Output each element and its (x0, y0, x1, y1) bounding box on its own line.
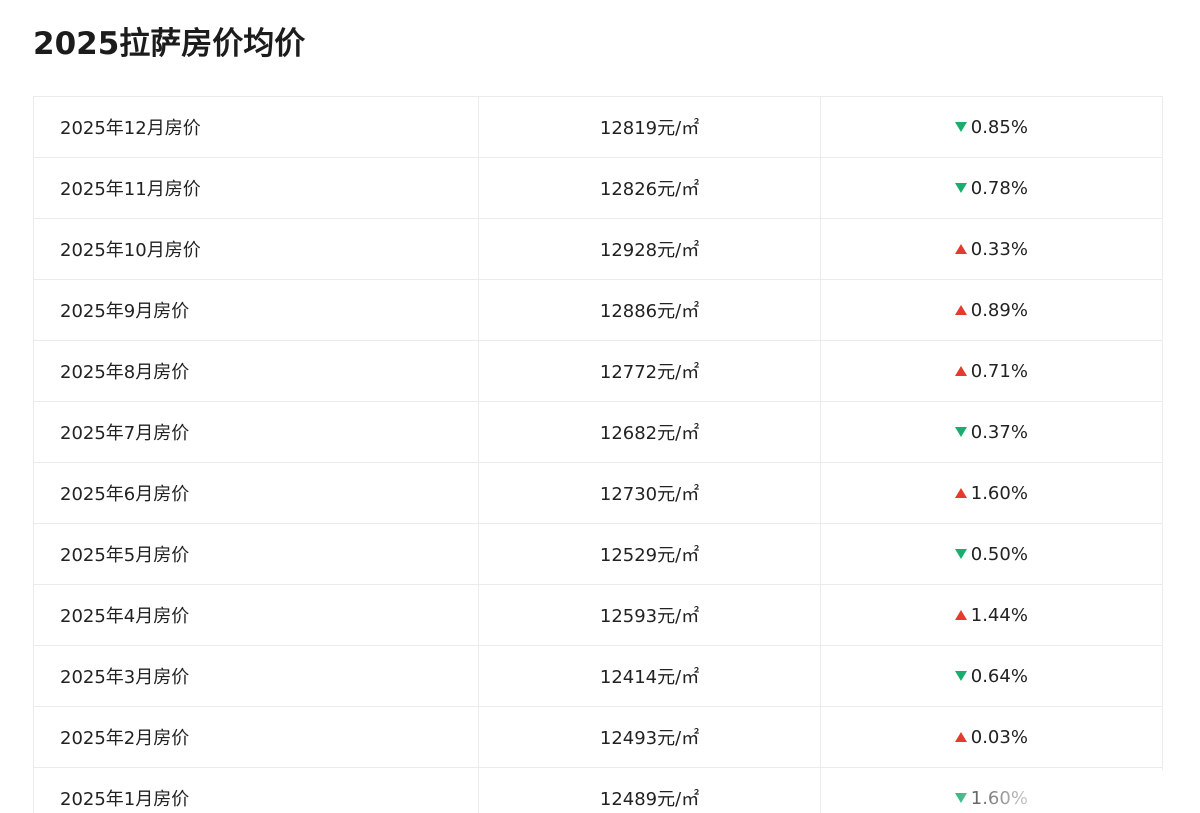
table-row: 2025年4月房价 12593元/㎡ 1.44% (32, 584, 1164, 646)
price-cell: 12682元/㎡ (478, 401, 821, 463)
change-indicator: 1.44% (954, 604, 1028, 626)
change-indicator: 0.37% (954, 421, 1028, 443)
change-cell: 1.44% (819, 584, 1164, 646)
table-row: 2025年8月房价 12772元/㎡ 0.71% (32, 340, 1164, 402)
triangle-down-icon (954, 671, 967, 682)
change-cell: 0.03% (819, 706, 1164, 768)
change-value: 1.60% (970, 482, 1028, 504)
table-row: 2025年12月房价 12819元/㎡ 0.85% (32, 96, 1164, 158)
price-cell: 12928元/㎡ (478, 218, 821, 280)
triangle-down-icon (954, 793, 967, 804)
change-cell: 0.50% (819, 523, 1164, 585)
price-cell: 12414元/㎡ (478, 645, 821, 707)
price-table: 2025年12月房价 12819元/㎡ 0.85% 2025年11月房价 12826元/… (32, 96, 1164, 813)
change-cell: 0.64% (819, 645, 1164, 707)
change-value: 0.03% (970, 726, 1028, 748)
change-cell: 1.60% (819, 462, 1164, 524)
change-indicator: 0.33% (954, 238, 1028, 260)
change-value: 0.85% (970, 116, 1028, 138)
month-cell: 2025年3月房价 (32, 645, 480, 707)
change-value: 0.64% (970, 665, 1028, 687)
change-indicator: 0.85% (954, 116, 1028, 138)
month-cell: 2025年9月房价 (32, 279, 480, 341)
change-indicator: 0.78% (954, 177, 1028, 199)
table-row: 2025年1月房价 12489元/㎡ 1.60% (32, 767, 1164, 813)
change-indicator: 1.60% (954, 787, 1028, 809)
change-cell: 1.60% (819, 767, 1164, 813)
table-row: 2025年7月房价 12682元/㎡ 0.37% (32, 401, 1164, 463)
triangle-up-icon (954, 610, 967, 621)
change-indicator: 1.60% (954, 482, 1028, 504)
price-cell: 12772元/㎡ (478, 340, 821, 402)
change-value: 0.50% (970, 543, 1028, 565)
triangle-down-icon (954, 549, 967, 560)
price-cell: 12489元/㎡ (478, 767, 821, 813)
month-cell: 2025年7月房价 (32, 401, 480, 463)
month-cell: 2025年4月房价 (32, 584, 480, 646)
month-cell: 2025年10月房价 (32, 218, 480, 280)
change-indicator: 0.03% (954, 726, 1028, 748)
change-cell: 0.89% (819, 279, 1164, 341)
change-value: 0.71% (970, 360, 1028, 382)
month-cell: 2025年5月房价 (32, 523, 480, 585)
triangle-up-icon (954, 366, 967, 377)
table-row: 2025年10月房价 12928元/㎡ 0.33% (32, 218, 1164, 280)
change-cell: 0.71% (819, 340, 1164, 402)
month-cell: 2025年1月房价 (32, 767, 480, 813)
month-cell: 2025年2月房价 (32, 706, 480, 768)
change-value: 0.33% (970, 238, 1028, 260)
month-cell: 2025年6月房价 (32, 462, 480, 524)
triangle-up-icon (954, 488, 967, 499)
change-cell: 0.78% (819, 157, 1164, 219)
price-cell: 12819元/㎡ (478, 96, 821, 158)
change-value: 0.89% (970, 299, 1028, 321)
triangle-down-icon (954, 183, 967, 194)
change-cell: 0.37% (819, 401, 1164, 463)
change-value: 1.44% (970, 604, 1028, 626)
change-value: 0.37% (970, 421, 1028, 443)
change-value: 0.78% (970, 177, 1028, 199)
triangle-down-icon (954, 427, 967, 438)
triangle-up-icon (954, 244, 967, 255)
price-cell: 12730元/㎡ (478, 462, 821, 524)
price-cell: 12493元/㎡ (478, 706, 821, 768)
change-indicator: 0.64% (954, 665, 1028, 687)
month-cell: 2025年12月房价 (32, 96, 480, 158)
price-cell: 12826元/㎡ (478, 157, 821, 219)
table-row: 2025年9月房价 12886元/㎡ 0.89% (32, 279, 1164, 341)
month-cell: 2025年11月房价 (32, 157, 480, 219)
change-cell: 0.85% (819, 96, 1164, 158)
month-cell: 2025年8月房价 (32, 340, 480, 402)
price-table-body: 2025年12月房价 12819元/㎡ 0.85% 2025年11月房价 12826元/… (32, 96, 1164, 813)
price-cell: 12593元/㎡ (478, 584, 821, 646)
change-indicator: 0.50% (954, 543, 1028, 565)
table-row: 2025年3月房价 12414元/㎡ 0.64% (32, 645, 1164, 707)
triangle-up-icon (954, 305, 967, 316)
change-indicator: 0.71% (954, 360, 1028, 382)
triangle-down-icon (954, 122, 967, 133)
table-row: 2025年6月房价 12730元/㎡ 1.60% (32, 462, 1164, 524)
price-cell: 12886元/㎡ (478, 279, 821, 341)
triangle-up-icon (954, 732, 967, 743)
page-title: 2025拉萨房价均价 (33, 26, 306, 62)
table-row: 2025年11月房价 12826元/㎡ 0.78% (32, 157, 1164, 219)
table-row: 2025年5月房价 12529元/㎡ 0.50% (32, 523, 1164, 585)
change-indicator: 0.89% (954, 299, 1028, 321)
change-cell: 0.33% (819, 218, 1164, 280)
change-value: 1.60% (970, 787, 1028, 809)
table-row: 2025年2月房价 12493元/㎡ 0.03% (32, 706, 1164, 768)
price-cell: 12529元/㎡ (478, 523, 821, 585)
page: 2025拉萨房价均价 2025年12月房价 12819元/㎡ 0.85% 2025年1… (0, 0, 1200, 813)
